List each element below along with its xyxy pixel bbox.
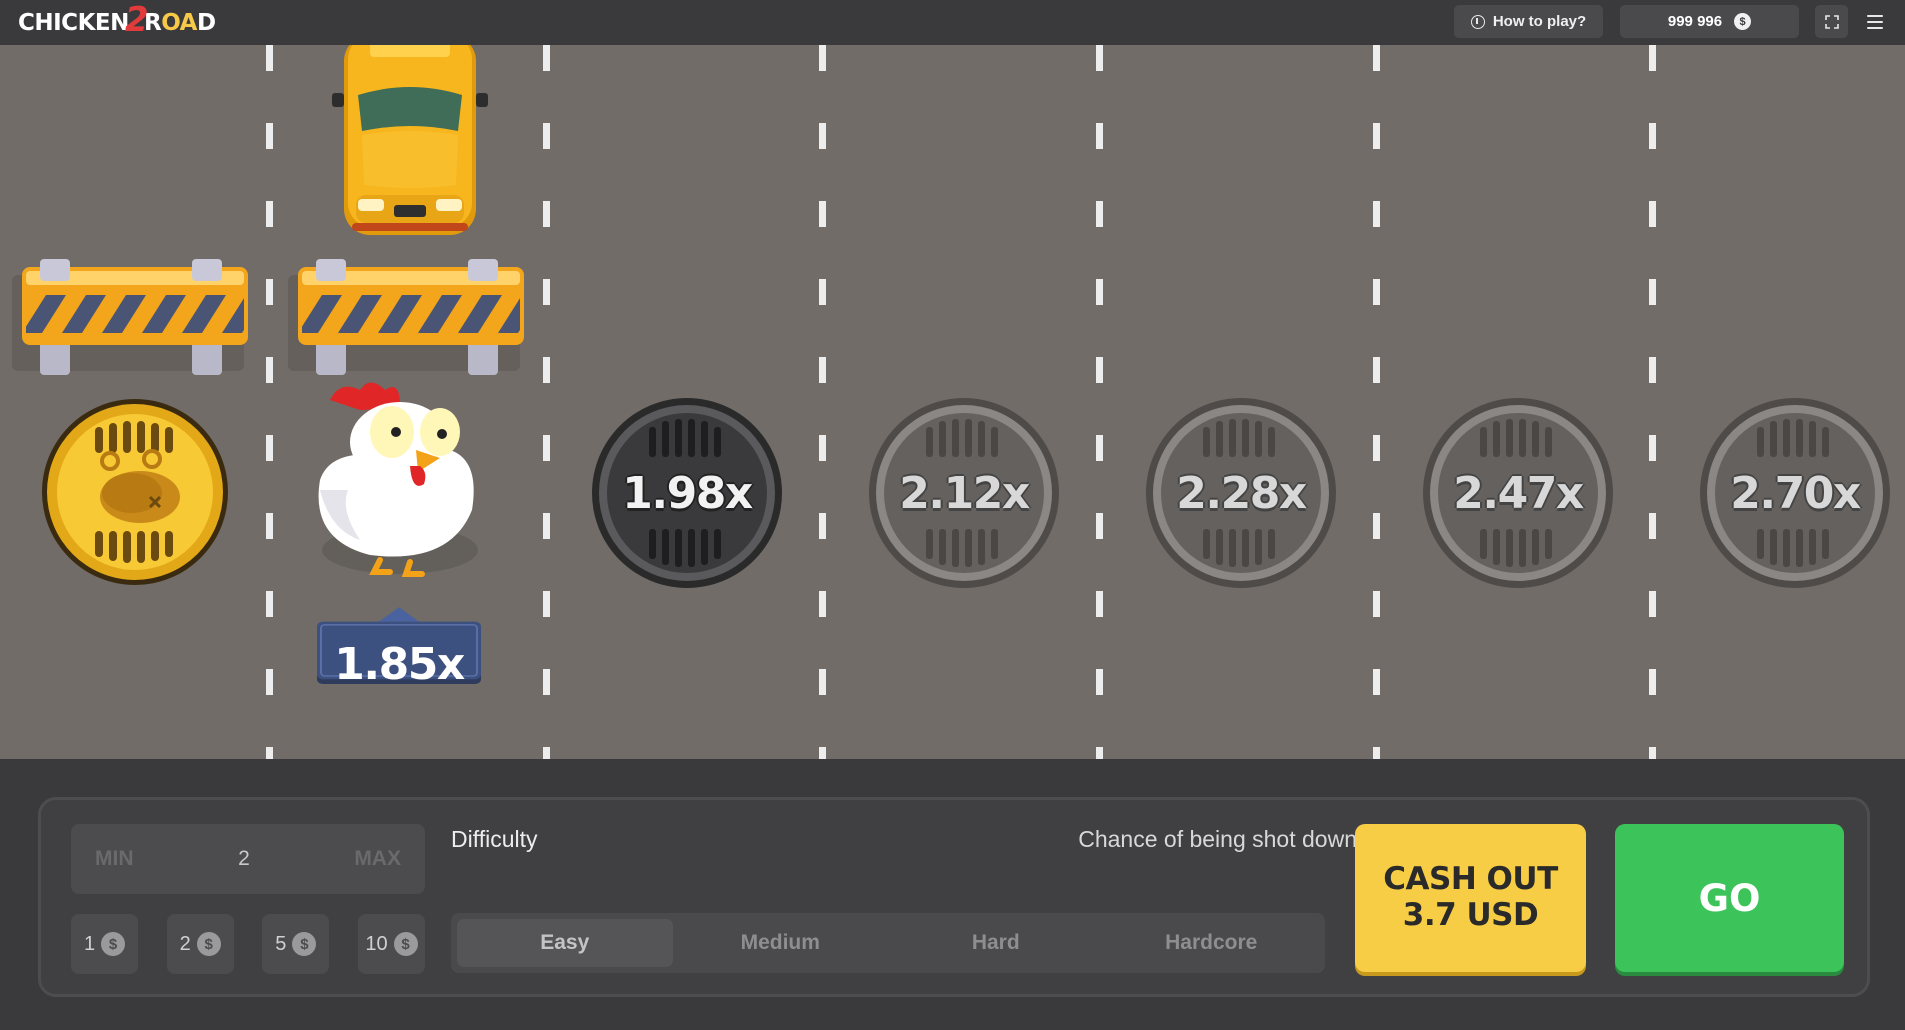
fullscreen-button[interactable] [1815,5,1848,38]
quick-bet-2-button[interactable]: 2 $ [166,914,234,974]
go-button[interactable]: GO [1615,824,1844,972]
chip-amount: 5 [275,932,287,955]
lane-divider [1649,45,1656,759]
lane-divider [1373,45,1380,759]
cash-out-amount: 3.7 USD [1402,897,1539,933]
difficulty-tab-hard[interactable]: Hard [888,919,1104,967]
bet-min-button[interactable]: MIN [95,847,134,871]
lane-divider [543,45,550,759]
current-multiplier-value: 1.85x [334,639,465,690]
balance-display: 999 996 $ [1620,5,1799,38]
logo-text-d: D [197,10,216,36]
control-panel-area: MIN 2 MAX 1 $ 2 $ 5 $ 10 $ Difficulty Ch… [0,759,1905,1030]
lane-divider [266,45,273,759]
lane-multiplier-label: 2.47x [1453,467,1584,519]
bet-amount-input[interactable]: 2 [238,847,250,871]
lane-divider [819,45,826,759]
dollar-icon: $ [393,932,418,956]
chicken-player-icon [318,382,478,577]
info-icon [1470,14,1485,29]
lane-multiplier-label: 2.28x [1176,467,1307,519]
logo-text-two: 2 [124,0,149,40]
cash-out-button[interactable]: CASH OUT 3.7 USD [1355,824,1586,972]
how-to-play-label: How to play? [1492,13,1587,30]
dollar-icon: $ [101,932,126,956]
dollar-coin-icon: $ [1734,13,1752,30]
quick-bet-chips: 1 $ 2 $ 5 $ 10 $ [71,914,425,974]
difficulty-label: Difficulty [451,826,538,852]
lane-multiplier-label: 1.98x [622,467,753,519]
hamburger-icon-line [1867,21,1883,23]
road-barrier-icon [12,259,248,375]
difficulty-tab-easy[interactable]: Easy [457,919,673,967]
lane-divider [1096,45,1103,759]
lane-manhole: 2.12x [868,397,1060,589]
game-logo: CHICKEN 2 R OA D [18,0,216,40]
chip-amount: 1 [83,932,96,955]
dollar-icon: $ [196,932,221,956]
top-bar: CHICKEN 2 R OA D How to play? 999 996 $ [0,0,1905,45]
hamburger-icon-line [1867,15,1883,17]
bet-max-button[interactable]: MAX [354,847,401,871]
lane-manhole-next[interactable]: 1.98x [591,397,783,589]
road-barrier-icon [288,259,524,375]
logo-text-chicken: CHICKEN [18,10,129,36]
quick-bet-1-button[interactable]: 1 $ [71,914,138,974]
bet-amount-control: MIN 2 MAX [71,824,425,894]
quick-bet-10-button[interactable]: 10 $ [357,914,425,974]
balance-value: 999 996 [1667,13,1723,30]
taxi-car-icon [332,45,488,235]
lane-manhole: 2.47x [1422,397,1614,589]
menu-button[interactable] [1862,10,1888,34]
current-multiplier-tag: 1.85x [317,583,481,687]
difficulty-tab-medium[interactable]: Medium [673,919,889,967]
hamburger-icon-line [1867,27,1883,29]
game-road: 1.85x 1.98x 2.12x 2.28x 2.47x 2.70x [0,45,1905,759]
quick-bet-5-button[interactable]: 5 $ [262,914,330,974]
logo-text-oa: OA [161,10,197,36]
lane-multiplier-label: 2.12x [899,467,1030,519]
lane-manhole: 2.70x [1699,397,1891,589]
chip-amount: 10 [365,932,388,955]
dollar-icon: $ [292,932,317,956]
chance-label: Chance of being shot down [1078,826,1357,852]
lane-manhole: 2.28x [1145,397,1337,589]
difficulty-tab-hardcore[interactable]: Hardcore [1104,919,1320,967]
fullscreen-icon [1824,14,1839,29]
cash-out-label: CASH OUT [1383,861,1558,898]
chip-amount: 2 [179,932,191,955]
how-to-play-button[interactable]: How to play? [1454,5,1603,38]
lane-multiplier-label: 2.70x [1730,467,1861,519]
collected-gold-coin-icon [42,399,228,585]
difficulty-selector: Easy Medium Hard Hardcore [451,913,1325,973]
control-panel: MIN 2 MAX 1 $ 2 $ 5 $ 10 $ Difficulty Ch… [38,797,1870,997]
